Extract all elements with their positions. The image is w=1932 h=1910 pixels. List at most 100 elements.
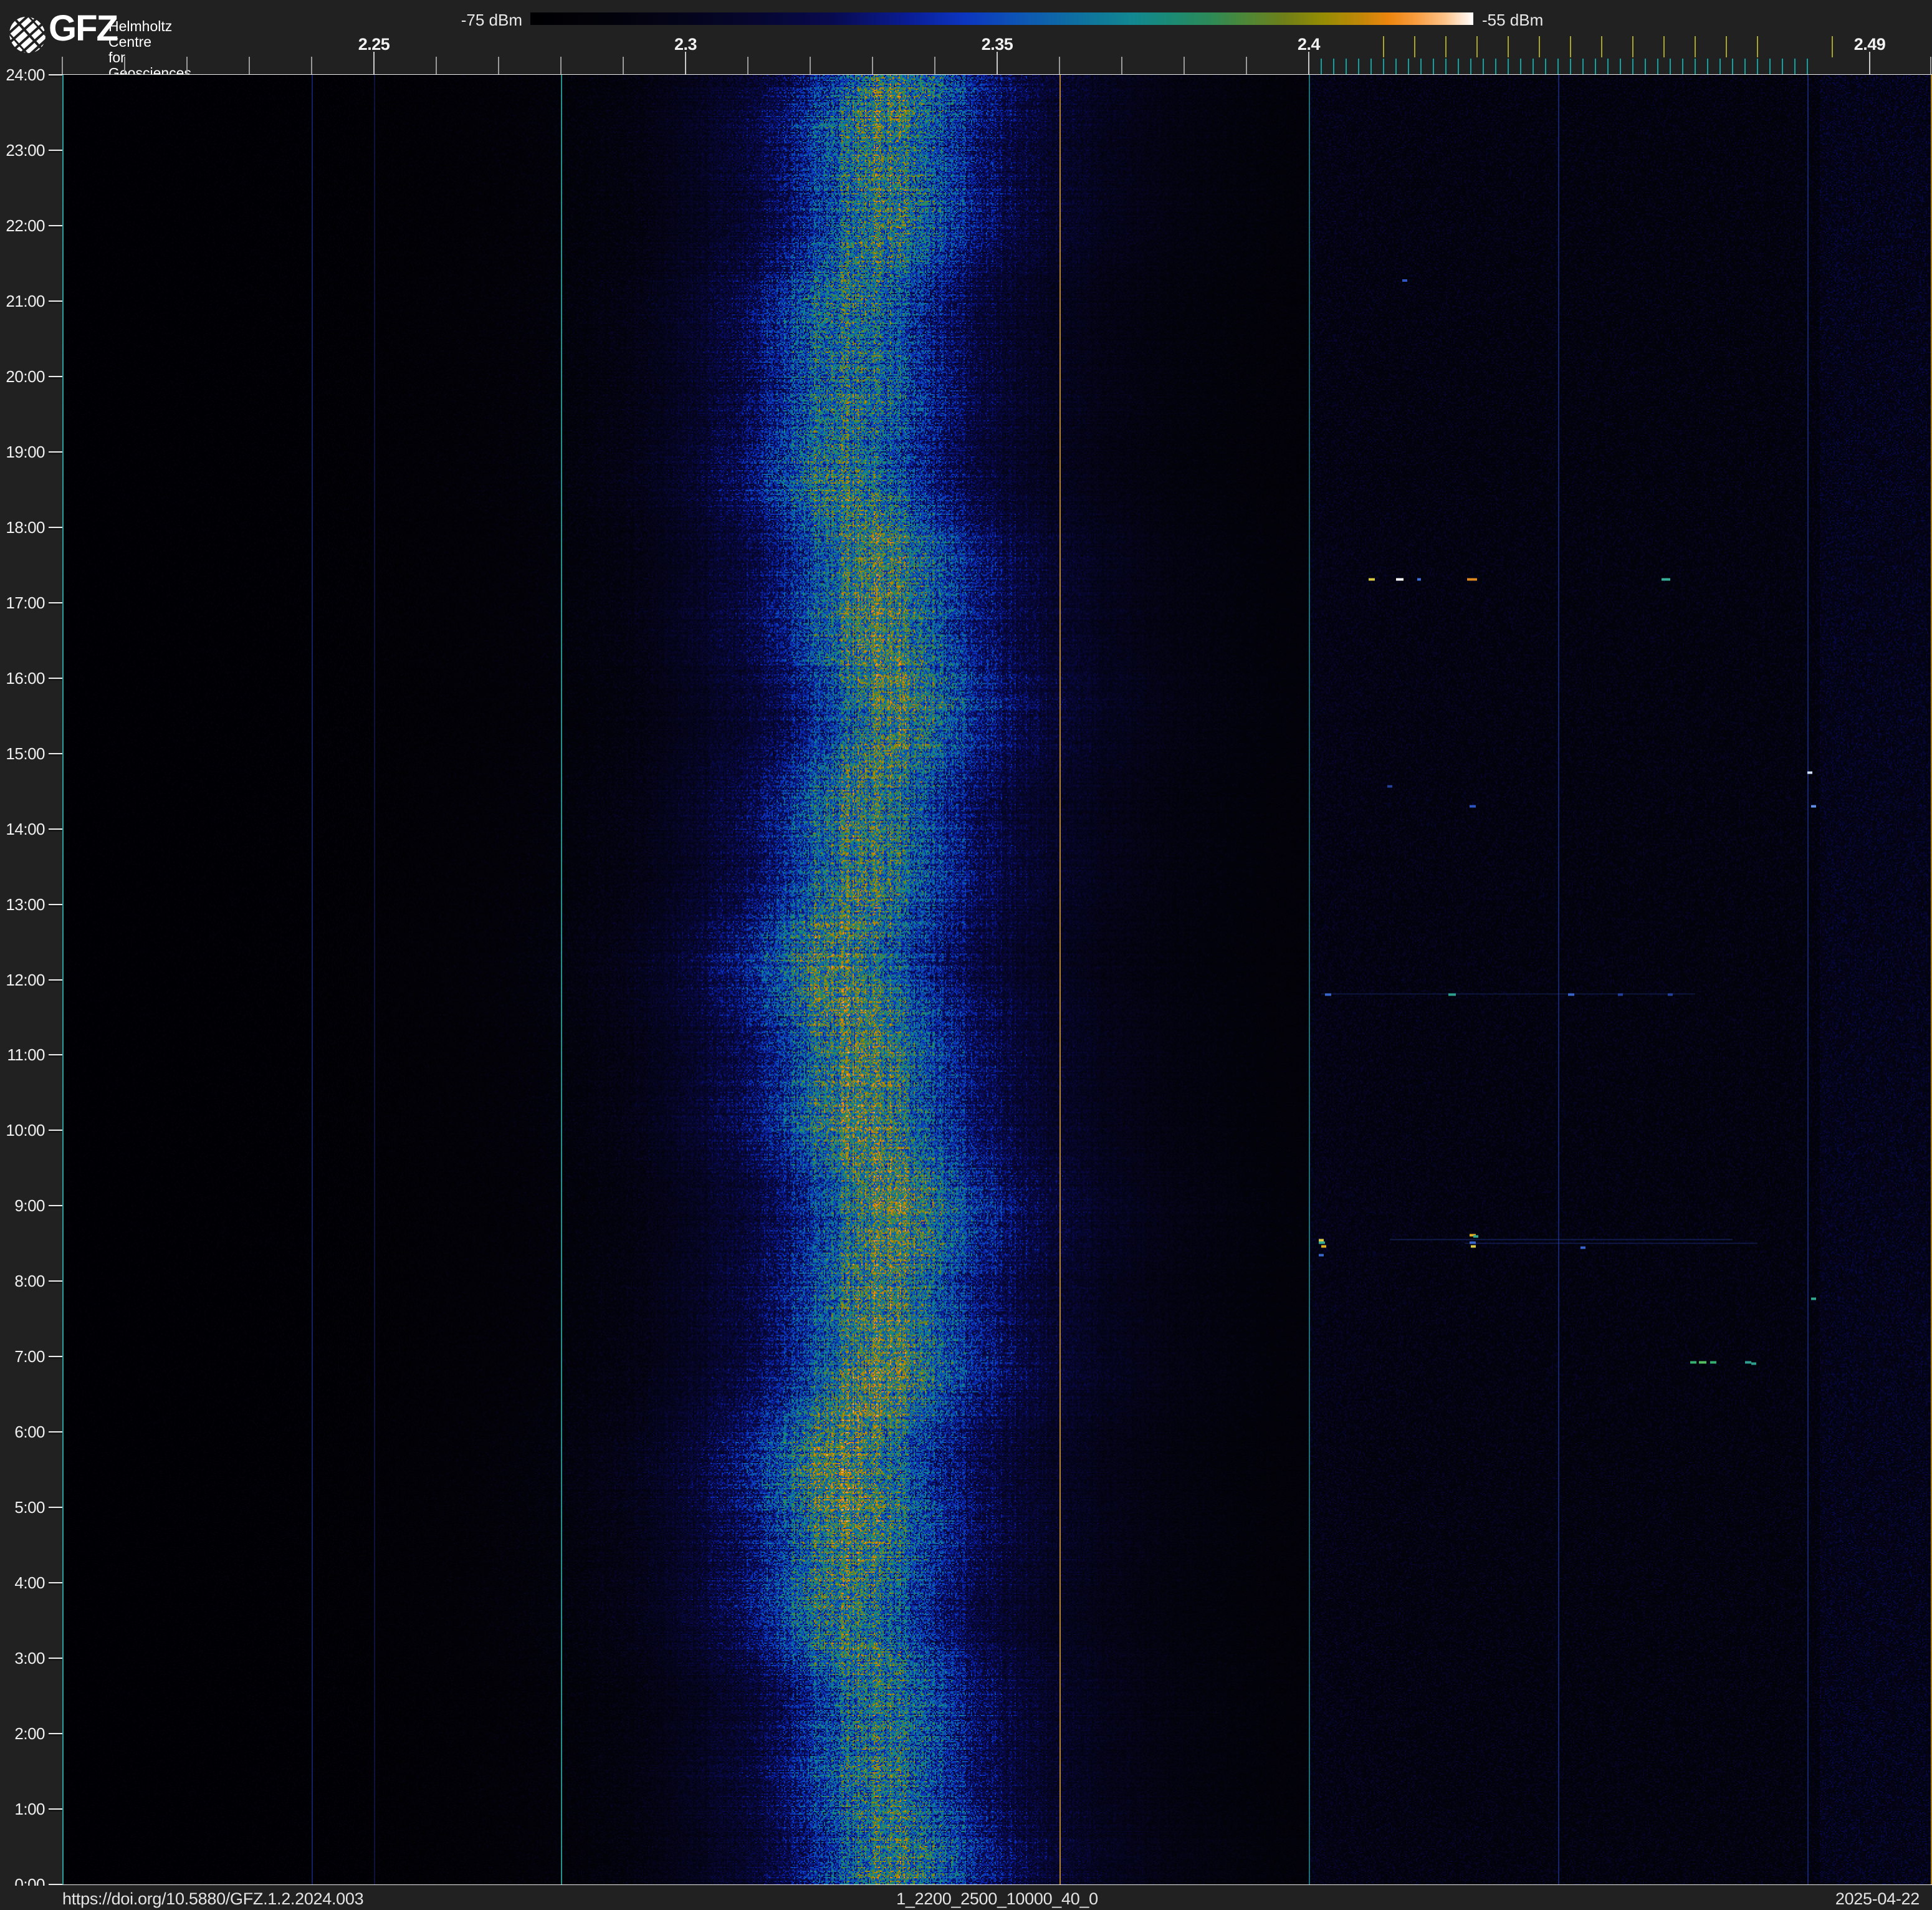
ble-channel-tick <box>1383 59 1384 74</box>
wifi-channel-tick <box>1476 36 1478 57</box>
ble-channel-tick <box>1732 59 1733 74</box>
freq-minor-tick <box>934 57 935 74</box>
ble-channel-tick <box>1545 59 1546 74</box>
time-axis-label: 4:00 <box>14 1573 45 1593</box>
freq-minor-tick <box>1184 57 1185 74</box>
wifi-channel-tick <box>1832 36 1833 57</box>
freq-minor-tick <box>560 57 562 74</box>
ble-channel-tick <box>1333 59 1334 74</box>
time-axis-label: 20:00 <box>6 367 45 386</box>
logo-acronym: GFZ <box>49 8 118 49</box>
ble-channel-tick <box>1632 59 1633 74</box>
ble-channel-tick <box>1757 59 1758 74</box>
ble-channel-tick <box>1620 59 1621 74</box>
freq-major-tick <box>1308 52 1309 74</box>
ble-channel-tick <box>1782 59 1783 74</box>
wifi-channel-tick <box>1539 36 1540 57</box>
ble-channel-tick <box>1470 59 1471 74</box>
ble-channel-tick <box>1670 59 1671 74</box>
ble-channel-tick <box>1370 59 1372 74</box>
freq-axis-label: 2.35 <box>981 35 1013 54</box>
freq-minor-tick <box>623 57 624 74</box>
date-label: 2025-04-22 <box>1835 1889 1920 1908</box>
logo-tagline: Helmholtz Centre for Geosciences <box>108 19 208 81</box>
ble-channel-tick <box>1595 59 1596 74</box>
time-axis-label: 7:00 <box>14 1347 45 1366</box>
ble-channel-tick <box>1420 59 1422 74</box>
ble-channel-tick <box>1408 59 1409 74</box>
spectrogram-page: { "header": { "logo": { "acronym": "GFZ"… <box>0 0 1932 1910</box>
freq-axis-label: 2.4 <box>1297 35 1321 54</box>
wifi-channel-tick <box>1570 36 1571 57</box>
time-axis-label: 2:00 <box>14 1724 45 1744</box>
time-axis-label: 18:00 <box>6 517 45 537</box>
logo-tagline-line1: Helmholtz Centre <box>108 18 173 50</box>
ble-channel-tick <box>1707 59 1708 74</box>
time-axis-label: 16:00 <box>6 668 45 688</box>
gfz-logo: GFZ Helmholtz Centre for Geosciences <box>2 8 208 81</box>
time-axis-label: 21:00 <box>6 291 45 310</box>
freq-minor-tick <box>62 57 63 74</box>
time-axis-label: 9:00 <box>14 1196 45 1216</box>
freq-minor-tick <box>1246 57 1247 74</box>
freq-major-tick <box>1869 52 1870 74</box>
freq-axis-label: 2.49 <box>1853 35 1886 54</box>
time-axis-label: 19:00 <box>6 442 45 461</box>
ble-channel-tick <box>1657 59 1658 74</box>
ble-channel-tick <box>1495 59 1496 74</box>
spectrogram-plot <box>62 75 1932 1884</box>
time-axis-label: 22:00 <box>6 216 45 235</box>
freq-minor-tick <box>1059 57 1060 74</box>
ble-channel-tick <box>1570 59 1571 74</box>
ble-channel-tick <box>1645 59 1646 74</box>
ble-channel-tick <box>1445 59 1447 74</box>
wifi-channel-tick <box>1757 36 1758 57</box>
ble-channel-tick <box>1458 59 1459 74</box>
wifi-channel-tick <box>1601 36 1602 57</box>
freq-minor-tick <box>311 57 312 74</box>
freq-minor-tick <box>872 57 873 74</box>
ble-channel-tick <box>1695 59 1696 74</box>
wifi-channel-tick <box>1663 36 1665 57</box>
freq-minor-tick <box>249 57 250 74</box>
time-axis-label: 5:00 <box>14 1498 45 1517</box>
time-axis-label: 13:00 <box>6 895 45 914</box>
ble-channel-tick <box>1607 59 1609 74</box>
ble-channel-tick <box>1533 59 1534 74</box>
freq-major-tick <box>685 52 686 74</box>
colorbar-min-label: -75 dBm <box>461 11 522 29</box>
colorbar-max-label: -55 dBm <box>1482 11 1544 29</box>
wifi-channel-tick <box>1414 36 1415 57</box>
ble-channel-tick <box>1483 59 1484 74</box>
ble-channel-tick <box>1769 59 1771 74</box>
wifi-channel-tick <box>1445 36 1447 57</box>
time-axis-label: 6:00 <box>14 1423 45 1442</box>
time-axis-label: 24:00 <box>6 65 45 84</box>
ble-channel-tick <box>1807 59 1808 74</box>
ble-channel-tick <box>1433 59 1434 74</box>
time-axis-label: 15:00 <box>6 744 45 763</box>
time-axis-label: 17:00 <box>6 593 45 612</box>
time-axis-label: 3:00 <box>14 1649 45 1668</box>
wifi-channel-tick <box>1383 36 1384 57</box>
ble-channel-tick <box>1358 59 1359 74</box>
ble-channel-tick <box>1557 59 1559 74</box>
ble-channel-tick <box>1744 59 1746 74</box>
time-axis-label: 10:00 <box>6 1121 45 1140</box>
freq-minor-tick <box>186 57 188 74</box>
freq-major-tick <box>997 52 998 74</box>
wifi-channel-tick <box>1632 36 1633 57</box>
ble-channel-tick <box>1719 59 1721 74</box>
time-axis-label: 14:00 <box>6 819 45 838</box>
freq-minor-tick <box>1121 57 1122 74</box>
freq-minor-tick <box>810 57 811 74</box>
ble-channel-tick <box>1794 59 1796 74</box>
wifi-channel-tick <box>1508 36 1509 57</box>
freq-minor-tick <box>124 57 125 74</box>
ble-channel-tick <box>1321 59 1322 74</box>
time-axis-label: 1:00 <box>14 1800 45 1819</box>
gfz-globe-icon <box>2 9 53 61</box>
dataset-filename: 1_2200_2500_10000_40_0 <box>896 1889 1098 1908</box>
freq-axis-label: 2.25 <box>358 35 390 54</box>
time-axis-label: 23:00 <box>6 140 45 160</box>
